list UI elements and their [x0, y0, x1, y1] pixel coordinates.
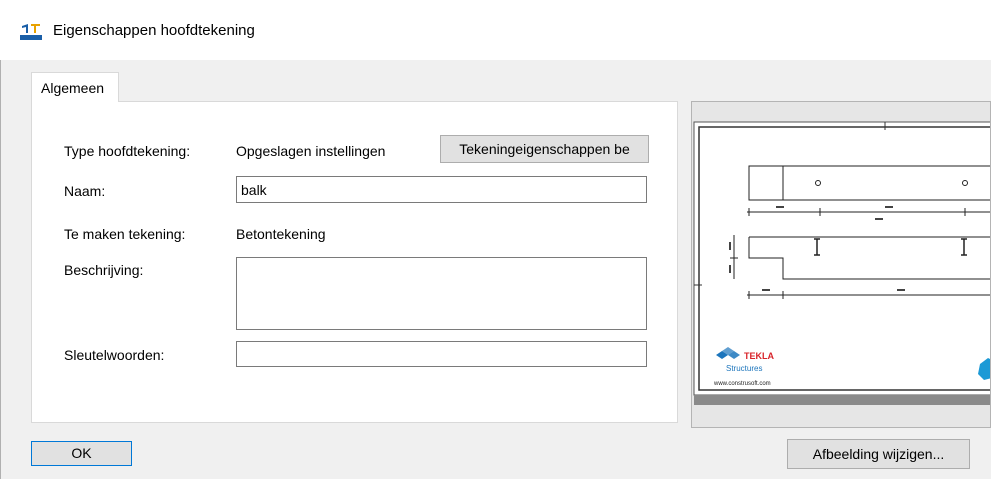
tekla-brand-sub: Structures [726, 364, 762, 373]
keywords-input[interactable] [236, 341, 647, 367]
type-value: Opgeslagen instellingen [236, 143, 386, 159]
description-input[interactable] [236, 257, 647, 330]
name-input[interactable] [236, 176, 647, 203]
tab-algemeen[interactable]: Algemeen [31, 72, 119, 102]
window-border [0, 0, 1, 479]
name-label: Naam: [64, 183, 106, 199]
title-bar: Eigenschappen hoofdtekening [0, 0, 991, 60]
keywords-label: Sleutelwoorden: [64, 347, 165, 363]
window-title: Eigenschappen hoofdtekening [53, 22, 255, 39]
tekla-brand-text: TEKLA [744, 351, 774, 361]
drawing-to-make-value: Betontekening [236, 226, 326, 242]
change-image-button[interactable]: Afbeelding wijzigen... [787, 439, 970, 469]
drawing-preview-image: TEKLA Structures www.construsoft.com [691, 101, 991, 428]
drawing-to-make-label: Te maken tekening: [64, 226, 186, 242]
type-label: Type hoofdtekening: [64, 143, 191, 159]
drawing-preview-svg: TEKLA Structures www.construsoft.com [693, 121, 990, 405]
website-text: www.construsoft.com [713, 381, 771, 387]
description-label: Beschrijving: [64, 262, 144, 278]
drawing-properties-button[interactable]: Tekeningeigenschappen be [440, 135, 649, 163]
tab-label: Algemeen [41, 80, 105, 96]
ok-button[interactable]: OK [31, 441, 132, 466]
drawing-properties-icon [20, 24, 42, 40]
